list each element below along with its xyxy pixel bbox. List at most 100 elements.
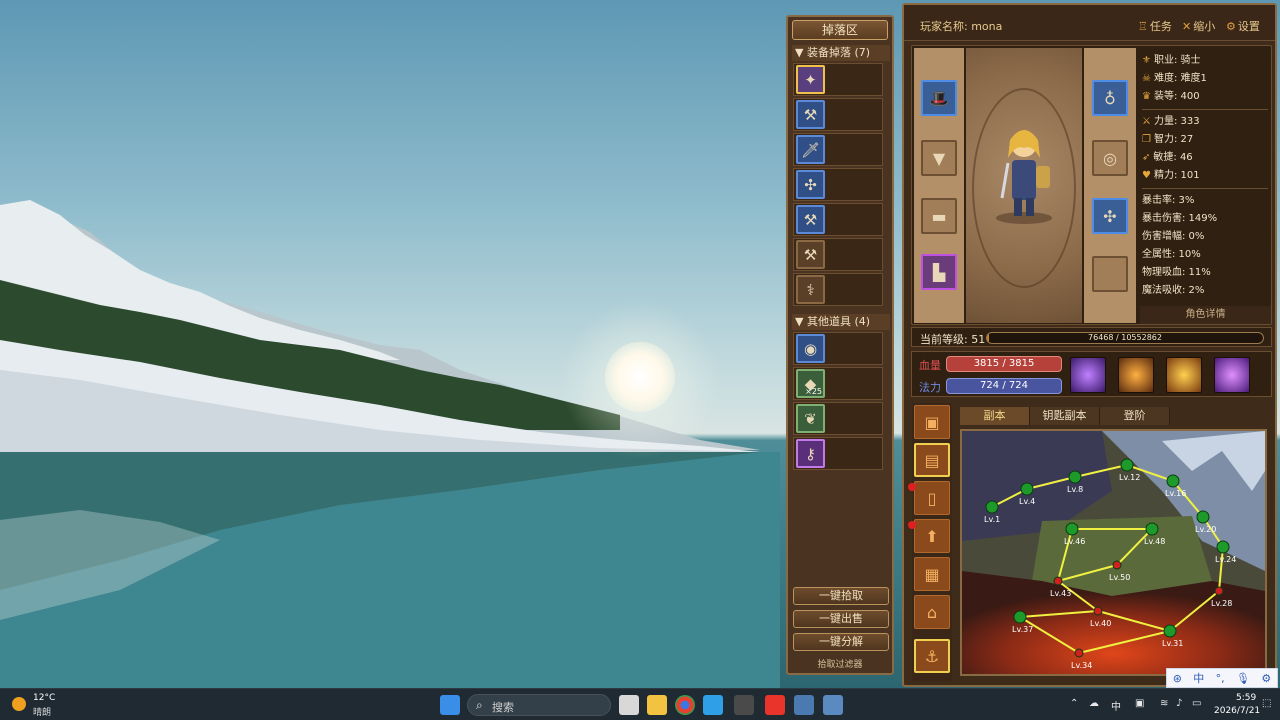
cloud-icon[interactable]: ☁ [1089, 698, 1099, 709]
dungeon-node[interactable] [1068, 470, 1082, 484]
dungeon-node[interactable] [1020, 482, 1034, 496]
drop-item-row[interactable]: ⚒ [793, 98, 883, 131]
hammer-icon[interactable]: ⚒ [796, 100, 825, 129]
drop-item-row[interactable]: ⚷ [793, 437, 883, 470]
helmet-slot[interactable]: 🎩 [921, 80, 957, 116]
chrome-icon[interactable] [675, 695, 695, 715]
dungeon-node[interactable] [1074, 648, 1084, 658]
ime-indicator[interactable]: 中 [1111, 698, 1121, 713]
notification-icon[interactable]: ⬚ [1262, 698, 1271, 709]
game-app-icon[interactable] [794, 695, 814, 715]
ime-mode-toggle[interactable]: 中 [1193, 670, 1204, 686]
dungeon-node[interactable] [1112, 560, 1122, 570]
dungeon-node[interactable] [1214, 586, 1224, 596]
drop-item-row[interactable]: ❦ [793, 402, 883, 435]
sell-all-button[interactable]: 一键出售 [793, 610, 889, 628]
drop-item-row[interactable]: ⚒ [793, 203, 883, 236]
vitals-area: 血量 3815 / 3815 法力 724 / 724 [911, 351, 1272, 397]
drop-item-row[interactable]: ⚕ [793, 273, 883, 306]
dungeon-node[interactable] [1145, 522, 1159, 536]
scroll-icon[interactable]: ❦ [796, 404, 825, 433]
hammer-icon[interactable]: ⚒ [796, 205, 825, 234]
crystal-icon[interactable]: ◆ ×25 [796, 369, 825, 398]
app-cube-icon[interactable] [734, 695, 754, 715]
boots-slot[interactable]: ▙ [921, 254, 957, 290]
skill-1-icon[interactable] [1070, 357, 1106, 393]
mace-icon: ✣ [1103, 206, 1117, 226]
drop-item-row[interactable]: ◉ [793, 332, 883, 365]
gear-icon: ⚙ [1226, 20, 1236, 33]
mace-icon[interactable]: ✣ [796, 170, 825, 199]
taskbar-search[interactable]: ⌕ 搜索 [467, 694, 611, 716]
other-items-group-header[interactable]: ▼ 其他道具 (4) [792, 314, 890, 330]
bottle-icon[interactable]: ◉ [796, 334, 825, 363]
key-icon[interactable]: ⚷ [796, 439, 825, 468]
wand-icon[interactable]: ⚕ [796, 275, 825, 304]
mode-icon[interactable]: ▣ [1135, 698, 1144, 709]
sword-icon[interactable]: 🗡 [796, 135, 825, 164]
ime-logo-icon[interactable]: ⊛ [1173, 672, 1182, 685]
weapon-slot[interactable]: ✣ [1092, 198, 1128, 234]
pickup-all-button[interactable]: 一键拾取 [793, 587, 889, 605]
drop-item-row[interactable]: 🗡 [793, 133, 883, 166]
task-view-icon[interactable] [619, 695, 639, 715]
chevron-up-icon[interactable]: ⌃ [1070, 698, 1078, 709]
quest-button[interactable]: ♖ 任务 [1138, 18, 1172, 34]
dungeon-map-tab[interactable]: ▤ [914, 443, 950, 477]
storage-tab[interactable]: ⌂ [914, 595, 950, 629]
game-app-icon[interactable] [823, 695, 843, 715]
tab-key-dungeon[interactable]: 钥匙副本 [1030, 407, 1100, 425]
upgrade-tab[interactable]: ⬆ [914, 519, 950, 553]
drop-item-row[interactable]: ◆ ×25 [793, 367, 883, 400]
quest-scroll-tab[interactable]: ▯ [914, 481, 950, 515]
dungeon-node[interactable] [1013, 610, 1027, 624]
settings-button[interactable]: ⚙ 设置 [1226, 18, 1260, 34]
armor-slot[interactable]: ▼ [921, 140, 957, 176]
ime-punctuation-toggle[interactable]: °, [1216, 672, 1225, 685]
microphone-icon[interactable]: 🎙 [1236, 672, 1250, 685]
file-explorer-icon[interactable] [647, 695, 667, 715]
dungeon-node[interactable] [1120, 458, 1134, 472]
dungeon-node[interactable] [1166, 474, 1180, 488]
bracer-slot[interactable]: ◎ [1092, 140, 1128, 176]
clock-time[interactable]: 5:59 [1236, 693, 1256, 703]
tab-ascend[interactable]: 登阶 [1100, 407, 1170, 425]
ascend-tab[interactable]: ⚓ [914, 639, 950, 673]
tab-dungeon[interactable]: 副本 [960, 407, 1030, 425]
minimize-button[interactable]: ✕ 缩小 [1182, 18, 1215, 34]
dismantle-all-button[interactable]: 一键分解 [793, 633, 889, 651]
drop-item-row[interactable]: ✦ [793, 63, 883, 96]
store-icon[interactable] [703, 695, 723, 715]
exp-text: 76468 / 10552862 [1088, 333, 1162, 342]
hammer-icon[interactable]: ⚒ [796, 240, 825, 269]
dungeon-node-label: Lv.31 [1162, 639, 1183, 648]
skill-3-icon[interactable] [1166, 357, 1202, 393]
dungeon-node[interactable] [1163, 624, 1177, 638]
character-detail-button[interactable]: 角色详情 [1140, 306, 1271, 324]
dungeon-node[interactable] [985, 500, 999, 514]
wifi-icon[interactable]: ≋ [1160, 698, 1168, 709]
pickup-filter-link[interactable]: 拾取过滤器 [788, 657, 892, 670]
dungeon-node[interactable] [1093, 606, 1103, 616]
empty-equip-slot[interactable] [1092, 256, 1128, 292]
staff-icon[interactable]: ✦ [796, 65, 825, 94]
belt-slot[interactable]: ▬ [921, 198, 957, 234]
shop-tab[interactable]: ▦ [914, 557, 950, 591]
drop-item-row[interactable]: ⚒ [793, 238, 883, 271]
ime-settings-icon[interactable]: ⚙ [1261, 672, 1271, 685]
skill-4-icon[interactable] [1214, 357, 1250, 393]
start-button[interactable] [440, 695, 460, 715]
dungeon-node[interactable] [1053, 576, 1063, 586]
drop-item-row[interactable]: ✣ [793, 168, 883, 201]
dungeon-node[interactable] [1065, 522, 1079, 536]
battery-icon[interactable]: ▭ [1192, 698, 1201, 709]
dungeon-node[interactable] [1196, 510, 1210, 524]
necklace-slot[interactable]: ♁ [1092, 80, 1128, 116]
volume-icon[interactable]: ♪ [1176, 698, 1182, 709]
wps-icon[interactable] [765, 695, 785, 715]
dungeon-node[interactable] [1216, 540, 1230, 554]
clock-date[interactable]: 2026/7/21 [1214, 706, 1260, 716]
backpack-tab[interactable]: ▣ [914, 405, 950, 439]
equip-drop-group-header[interactable]: ▼ 装备掉落 (7) [792, 45, 890, 61]
skill-2-icon[interactable] [1118, 357, 1154, 393]
